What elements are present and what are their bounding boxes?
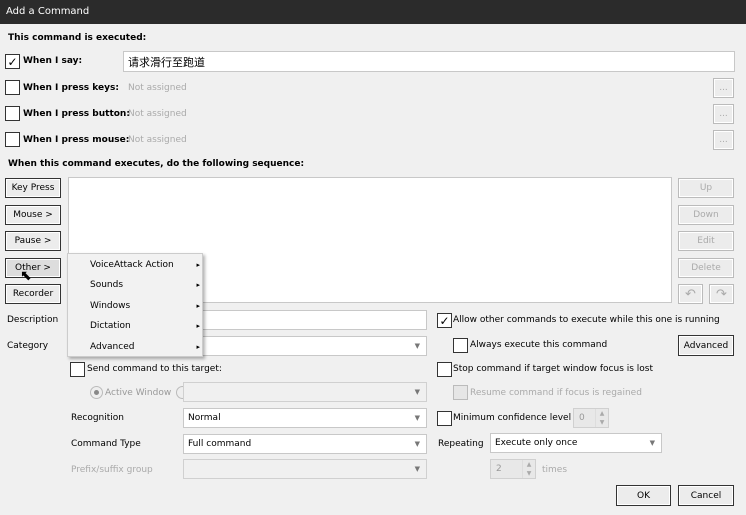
menu-item-advanced[interactable]: Advanced ▸ [90, 341, 200, 353]
up-button[interactable]: Up [678, 178, 734, 198]
category-label: Category [7, 341, 49, 351]
repeating-select[interactable]: Execute only once ▼ [490, 433, 662, 453]
redo-icon[interactable]: ↷ [709, 284, 734, 304]
triggers-heading: This command is executed: [8, 33, 147, 43]
always-execute-label: Always execute this command [470, 340, 608, 350]
mouse-cursor-icon: ⬉ [20, 268, 32, 284]
pause-button[interactable]: Pause > [5, 231, 61, 251]
stop-command-checkbox[interactable] [437, 362, 452, 377]
cancel-button[interactable]: Cancel [678, 485, 734, 506]
resume-command-checkbox[interactable] [453, 385, 468, 400]
recognition-value: Normal [188, 413, 221, 423]
recorder-button[interactable]: Recorder [5, 284, 61, 304]
menu-item-dictation[interactable]: Dictation ▸ [90, 320, 200, 332]
repeat-times-stepper[interactable]: 2 ▲ ▼ [490, 459, 536, 479]
active-window-radio[interactable] [90, 386, 103, 399]
spinner-arrows-icon[interactable]: ▲ ▼ [595, 409, 608, 427]
command-type-label: Command Type [71, 439, 141, 449]
chevron-down-icon: ▼ [414, 342, 420, 350]
assign-button-button[interactable]: ... [713, 104, 734, 124]
chevron-down-icon: ▼ [414, 414, 420, 422]
keys-value: Not assigned [128, 83, 187, 93]
other-button[interactable]: Other > [5, 258, 61, 278]
chevron-down-icon: ▼ [649, 439, 655, 447]
times-label: times [542, 465, 568, 475]
prefix-suffix-label: Prefix/suffix group [71, 465, 153, 475]
target-window-select[interactable]: ▼ [183, 382, 427, 402]
when-i-say-label: When I say: [23, 56, 83, 66]
submenu-arrow-icon: ▸ [196, 343, 200, 351]
min-confidence-label: Minimum confidence level [453, 413, 572, 423]
when-i-press-button-checkbox[interactable] [5, 106, 20, 121]
always-execute-checkbox[interactable] [453, 338, 468, 353]
repeating-label: Repeating [438, 439, 484, 449]
ok-button[interactable]: OK [616, 485, 671, 506]
repeating-value: Execute only once [495, 438, 578, 448]
undo-icon[interactable]: ↶ [678, 284, 703, 304]
delete-button[interactable]: Delete [678, 258, 734, 278]
edit-button[interactable]: Edit [678, 231, 734, 251]
submenu-arrow-icon: ▸ [196, 281, 200, 289]
prefix-suffix-select[interactable]: ▼ [183, 459, 427, 479]
spinner-arrows-icon[interactable]: ▲ ▼ [522, 460, 535, 478]
assign-mouse-button[interactable]: ... [713, 130, 734, 150]
button-value: Not assigned [128, 109, 187, 119]
when-i-press-keys-checkbox[interactable] [5, 80, 20, 95]
stop-command-label: Stop command if target window focus is l… [453, 364, 654, 374]
when-i-say-checkbox[interactable]: ✓ [5, 54, 20, 69]
when-i-press-button-label: When I press button: [23, 109, 130, 119]
menu-item-windows[interactable]: Windows ▸ [90, 300, 200, 312]
chevron-down-icon: ▼ [414, 465, 420, 473]
when-i-say-input[interactable]: 请求滑行至跑道 [123, 51, 735, 72]
resume-command-label: Resume command if focus is regained [470, 388, 642, 398]
recognition-select[interactable]: Normal ▼ [183, 408, 427, 428]
active-window-label: Active Window [105, 388, 172, 398]
submenu-arrow-icon: ▸ [196, 322, 200, 330]
mouse-button[interactable]: Mouse > [5, 205, 61, 225]
description-label: Description [7, 315, 59, 325]
command-type-select[interactable]: Full command ▼ [183, 434, 427, 454]
key-press-button[interactable]: Key Press [5, 178, 61, 198]
menu-item-voiceattack-action[interactable]: VoiceAttack Action ▸ [90, 259, 200, 271]
chevron-down-icon: ▼ [414, 440, 420, 448]
submenu-arrow-icon: ▸ [196, 302, 200, 310]
recognition-label: Recognition [71, 413, 124, 423]
menu-item-sounds[interactable]: Sounds ▸ [90, 279, 200, 291]
min-confidence-checkbox[interactable] [437, 411, 452, 426]
when-i-press-keys-label: When I press keys: [23, 83, 119, 93]
advanced-button[interactable]: Advanced [678, 335, 734, 356]
send-command-checkbox[interactable] [70, 362, 85, 377]
chevron-down-icon: ▼ [414, 388, 420, 396]
window-title: Add a Command [0, 0, 746, 24]
min-confidence-stepper[interactable]: 0 ▲ ▼ [573, 408, 609, 428]
command-type-value: Full command [188, 439, 252, 449]
when-i-press-mouse-checkbox[interactable] [5, 132, 20, 147]
down-button[interactable]: Down [678, 205, 734, 225]
sequence-heading: When this command executes, do the follo… [8, 159, 305, 169]
assign-keys-button[interactable]: ... [713, 78, 734, 98]
when-i-press-mouse-label: When I press mouse: [23, 135, 130, 145]
submenu-arrow-icon: ▸ [196, 261, 200, 269]
send-command-label: Send command to this target: [87, 364, 222, 374]
other-menu: VoiceAttack Action ▸ Sounds ▸ Windows ▸ Dic… [67, 253, 203, 357]
allow-other-commands-label: Allow other commands to execute while th… [453, 315, 720, 325]
allow-other-commands-checkbox[interactable]: ✓ [437, 313, 452, 328]
mouse-value: Not assigned [128, 135, 187, 145]
